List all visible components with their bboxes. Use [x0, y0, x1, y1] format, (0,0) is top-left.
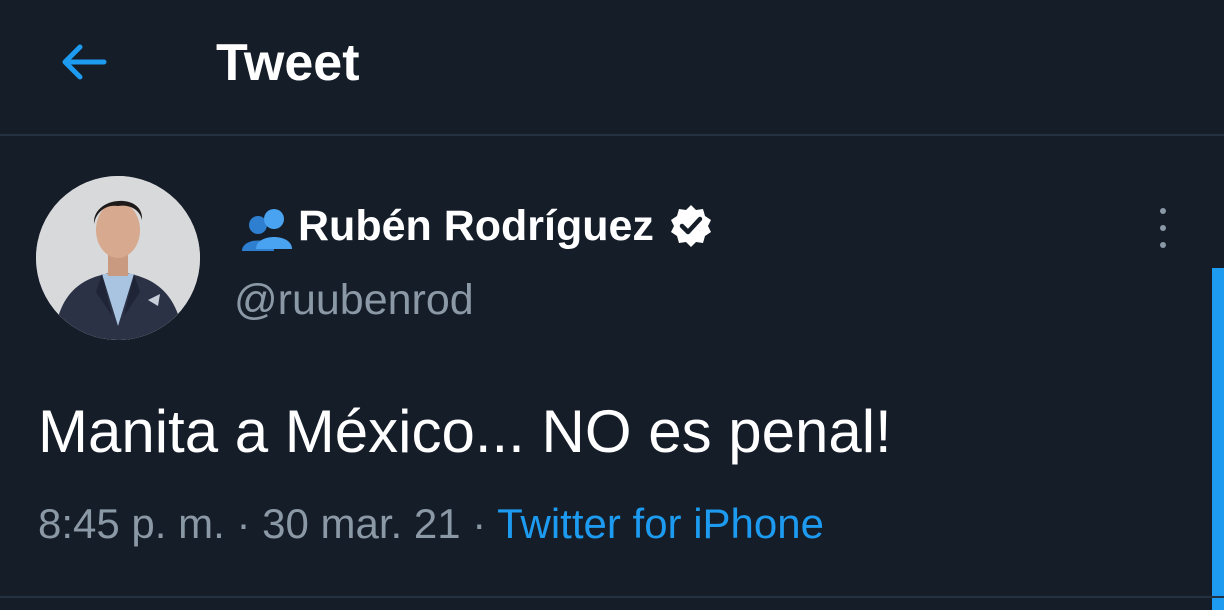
author-handle[interactable]: @ruubenrod: [234, 272, 474, 328]
busts-in-silhouette-icon: [242, 209, 292, 251]
scrollbar[interactable]: [1212, 268, 1224, 610]
verified-badge-icon: [668, 202, 716, 250]
dot: [1160, 242, 1166, 248]
tweet-detail-screen: Tweet Rubén Rodríguez @ruubenrod Manita …: [0, 0, 1224, 610]
back-button[interactable]: [52, 34, 114, 90]
tweet-metadata: 8:45 p. m. · 30 mar. 21 · Twitter for iP…: [38, 496, 824, 552]
tweet-text: Manita a México... NO es penal!: [38, 398, 892, 465]
dot: [1160, 208, 1166, 214]
more-vertical-icon[interactable]: [1148, 202, 1178, 254]
author-display-name: Rubén Rodríguez: [298, 202, 654, 250]
meta-separator: ·: [236, 500, 251, 547]
arrow-left-icon: [62, 44, 107, 80]
tweet-time[interactable]: 8:45 p. m.: [38, 500, 225, 547]
tweet-source-link[interactable]: Twitter for iPhone: [497, 500, 824, 547]
tweet-date[interactable]: 30 mar. 21: [262, 500, 460, 547]
author-name-row[interactable]: Rubén Rodríguez: [236, 196, 716, 256]
page-title: Tweet: [216, 34, 360, 92]
profile-photo: [36, 176, 200, 340]
avatar[interactable]: [36, 176, 200, 340]
meta-separator: ·: [472, 500, 487, 547]
content-divider: [0, 596, 1224, 598]
dot: [1160, 225, 1166, 231]
header-divider: [0, 134, 1224, 136]
top-bar: Tweet: [0, 0, 1224, 130]
